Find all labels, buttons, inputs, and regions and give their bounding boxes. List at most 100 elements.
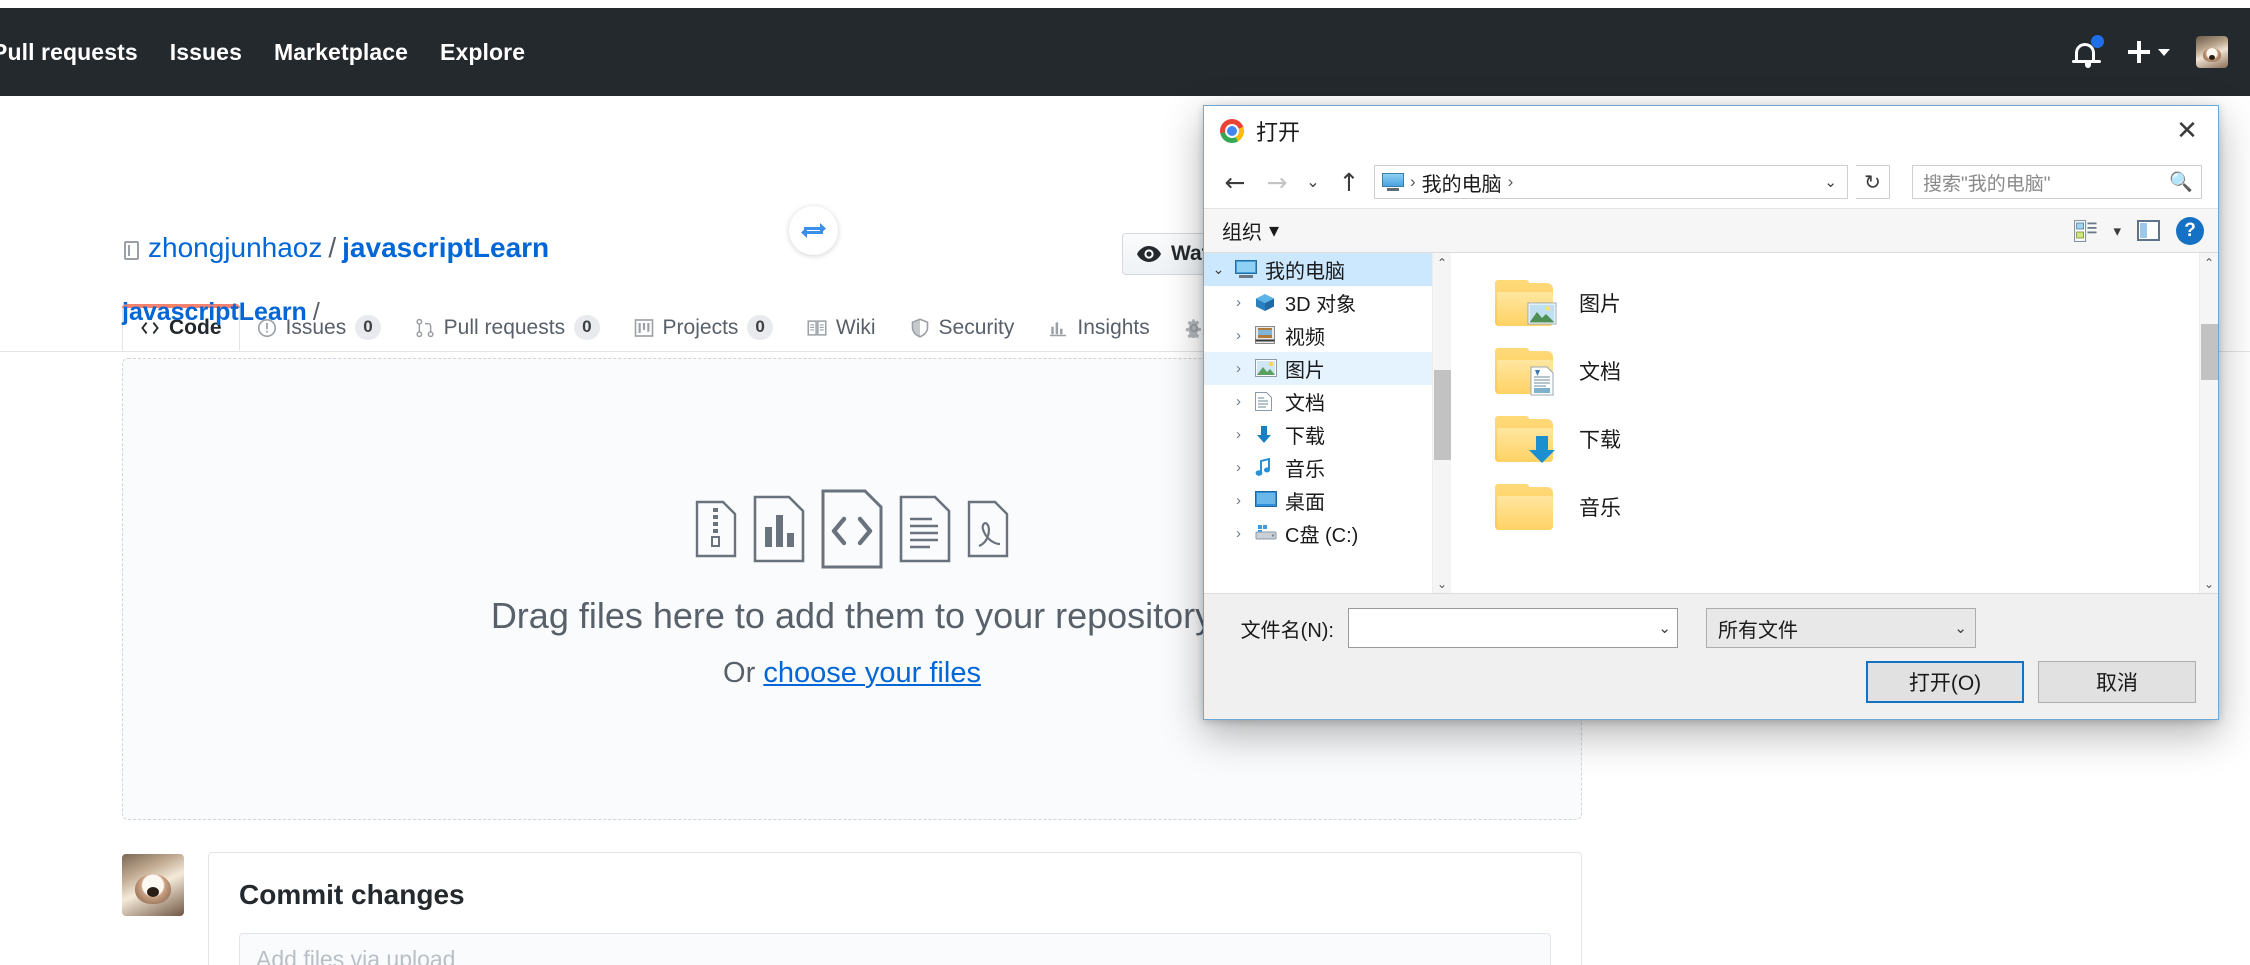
twisty-collapsed-icon[interactable]: › — [1230, 360, 1247, 377]
tree-item-my-computer[interactable]: ⌄ 我的电脑 — [1204, 253, 1432, 286]
list-item[interactable]: 图片 — [1495, 269, 2199, 337]
file-type-filter[interactable]: 所有文件 ⌄ — [1706, 608, 1976, 648]
tree-item-videos[interactable]: › 视频 — [1204, 319, 1432, 352]
repo-name-link[interactable]: javascriptLearn — [342, 232, 549, 263]
file-list-scroll-thumb[interactable] — [2200, 324, 2218, 380]
chevron-down-icon — [2158, 48, 2170, 56]
view-options-caret-icon[interactable]: ▾ — [2113, 222, 2121, 240]
forward-button[interactable]: → — [1260, 165, 1294, 199]
toolbar-right-actions: ▾ ? — [2074, 216, 2204, 245]
file-type-filter-value: 所有文件 — [1718, 619, 1798, 642]
scroll-up-icon[interactable]: ⌃ — [2200, 253, 2219, 272]
nav-item-issues[interactable]: Issues — [170, 39, 242, 66]
plus-icon — [2128, 41, 2150, 63]
text-file-icon — [899, 495, 951, 562]
twisty-collapsed-icon[interactable]: › — [1230, 492, 1247, 509]
music-icon — [1255, 457, 1277, 477]
refresh-button[interactable]: ↻ — [1856, 165, 1890, 199]
twisty-collapsed-icon[interactable]: › — [1230, 393, 1247, 410]
list-item[interactable]: 音乐 — [1495, 473, 2199, 541]
twisty-expanded-icon[interactable]: ⌄ — [1210, 261, 1227, 278]
tree-item-pictures[interactable]: › 图片 — [1204, 352, 1432, 385]
nav-item-marketplace[interactable]: Marketplace — [274, 39, 408, 66]
avatar[interactable] — [2196, 36, 2228, 68]
tab-security[interactable]: Security — [893, 304, 1032, 351]
filename-input[interactable]: ⌄ — [1348, 608, 1678, 648]
twisty-collapsed-icon[interactable]: › — [1230, 426, 1247, 443]
nav-item-pull-requests[interactable]: Pull requests — [0, 39, 138, 66]
twisty-collapsed-icon[interactable]: › — [1230, 294, 1247, 311]
address-separator-right: › — [1507, 172, 1514, 191]
tab-issues-count: 0 — [355, 315, 381, 340]
filename-dropdown-icon[interactable]: ⌄ — [1658, 619, 1671, 637]
list-item[interactable]: 文档 — [1495, 337, 2199, 405]
search-icon: 🔍 — [2169, 172, 2193, 193]
code-file-icon — [821, 489, 883, 568]
dialog-titlebar[interactable]: 打开 ✕ — [1204, 106, 2218, 156]
repo-owner-link[interactable]: zhongjunhaoz — [148, 232, 322, 263]
recent-locations-button[interactable]: ⌄ — [1302, 165, 1324, 199]
list-item[interactable]: 下载 — [1495, 405, 2199, 473]
tree-item-downloads[interactable]: › 下载 — [1204, 418, 1432, 451]
file-type-filter-caret-icon[interactable]: ⌄ — [1954, 619, 1967, 637]
list-item-label: 音乐 — [1579, 497, 1621, 520]
cancel-button[interactable]: 取消 — [2038, 661, 2196, 703]
tab-projects[interactable]: Projects 0 — [617, 304, 790, 351]
dialog-body: ⌄ 我的电脑 › 3D 对象 › 视频 › 图片 › 文档 › 下载 › 音乐 … — [1204, 253, 2218, 594]
up-button[interactable]: ↑ — [1332, 165, 1366, 199]
open-button[interactable]: 打开(O) — [1866, 661, 2024, 703]
tree-item-3d-objects-label: 3D 对象 — [1285, 294, 1357, 316]
github-global-header: Pull requests Issues Marketplace Explore — [0, 8, 2250, 96]
tab-insights-label: Insights — [1077, 315, 1150, 339]
organize-button[interactable]: 组织 ▾ — [1222, 216, 1279, 245]
address-bar[interactable]: › 我的电脑 › ⌄ — [1374, 165, 1848, 199]
tree-scrollbar[interactable]: ⌃ ⌄ — [1432, 253, 1451, 593]
my-computer-icon — [1382, 173, 1404, 191]
tab-pull-requests[interactable]: Pull requests 0 — [398, 304, 617, 351]
scroll-down-icon[interactable]: ⌄ — [2200, 574, 2219, 593]
file-list[interactable]: 图片 文档 下载 音乐 — [1451, 253, 2199, 593]
tree-item-3d-objects[interactable]: › 3D 对象 — [1204, 286, 1432, 319]
choose-your-files-link[interactable]: choose your files — [763, 657, 981, 689]
file-list-scrollbar[interactable]: ⌃ ⌄ — [2199, 253, 2218, 593]
commit-message-input[interactable]: Add files via upload — [239, 933, 1551, 965]
tree-scroll-thumb[interactable] — [1433, 370, 1451, 460]
address-dropdown-icon[interactable]: ⌄ — [1824, 173, 1843, 191]
twisty-collapsed-icon[interactable]: › — [1230, 525, 1247, 542]
tree-scroll-track[interactable] — [1433, 272, 1452, 574]
scroll-up-icon[interactable]: ⌃ — [1433, 253, 1452, 272]
tree-item-documents-label: 文档 — [1285, 393, 1325, 415]
file-list-scroll-track[interactable] — [2200, 272, 2219, 574]
dropzone-or-text: Or — [723, 656, 756, 689]
notification-dot — [2091, 35, 2104, 48]
back-button[interactable]: ← — [1218, 165, 1252, 199]
tree-item-documents[interactable]: › 文档 — [1204, 385, 1432, 418]
preview-pane-icon[interactable] — [2137, 220, 2160, 241]
search-input[interactable]: 搜索"我的电脑" 🔍 — [1912, 165, 2202, 199]
nav-item-explore[interactable]: Explore — [440, 39, 525, 66]
tree-item-music[interactable]: › 音乐 — [1204, 451, 1432, 484]
global-nav: Pull requests Issues Marketplace Explore — [0, 39, 525, 66]
tree-item-desktop[interactable]: › 桌面 — [1204, 484, 1432, 517]
document-emblem-icon — [1530, 366, 1554, 396]
breadcrumb-repo-link[interactable]: javascriptLearn — [122, 298, 307, 326]
chart-file-icon — [753, 495, 805, 562]
twisty-collapsed-icon[interactable]: › — [1230, 327, 1247, 344]
bell-icon[interactable] — [2072, 35, 2104, 69]
commit-card: Commit changes Add files via upload — [208, 852, 1582, 965]
help-button[interactable]: ? — [2176, 216, 2204, 245]
desktop-icon — [1255, 491, 1277, 510]
create-new-button[interactable] — [2128, 41, 2170, 63]
tab-insights[interactable]: Insights — [1031, 304, 1166, 351]
twisty-collapsed-icon[interactable]: › — [1230, 459, 1247, 476]
view-options-icon[interactable] — [2074, 219, 2097, 242]
book-icon — [807, 319, 827, 336]
scroll-down-icon[interactable]: ⌄ — [1433, 574, 1452, 593]
sync-icon[interactable] — [789, 206, 838, 255]
tree-item-c-drive[interactable]: › C盘 (C:) — [1204, 517, 1432, 550]
close-icon[interactable]: ✕ — [2156, 106, 2218, 156]
tab-wiki[interactable]: Wiki — [790, 304, 893, 351]
commit-avatar — [122, 854, 184, 916]
breadcrumb: javascriptLearn / — [122, 298, 320, 327]
computer-icon — [1235, 260, 1257, 279]
